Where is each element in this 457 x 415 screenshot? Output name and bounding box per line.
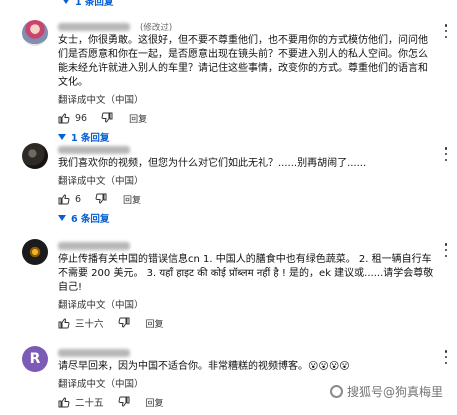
comment-header (58, 346, 436, 360)
like-icon[interactable] (58, 396, 70, 408)
comment-header (58, 143, 436, 157)
avatar[interactable]: R (22, 346, 48, 372)
comment-text: 停止传播有关中国的错误信息cn 1. 中国人的膳食中也有绿色蔬菜。 2. 租一辆… (58, 254, 434, 293)
view-replies-button[interactable]: 1 条回复 (62, 0, 113, 8)
comment-item: 我们喜欢你的视频，但您为什么对它们如此无礼？......别再胡闹了...... … (0, 143, 457, 228)
comment-item: 停止传播有关中国的错误信息cn 1. 中国人的膳食中也有绿色蔬菜。 2. 租一辆… (0, 239, 457, 332)
avatar[interactable] (22, 20, 48, 46)
username-blurred[interactable] (58, 349, 130, 357)
like-count: 二十五 (75, 398, 104, 409)
comment-actions: 6 回复 (58, 190, 436, 208)
dislike-icon[interactable] (118, 317, 130, 329)
like-count: 三十六 (75, 319, 104, 330)
like-icon[interactable] (58, 317, 70, 329)
like-icon[interactable] (58, 193, 70, 205)
reply-button[interactable]: 回复 (146, 396, 164, 409)
comment-body: (修改过) 女士，你很勇敢。这很好，但不要不尊重他们，也不要用你的方式模仿他们，… (58, 20, 436, 147)
username-blurred[interactable] (58, 23, 130, 31)
reply-button[interactable]: 回复 (129, 112, 147, 125)
comment-actions: 三十六 回复 (58, 314, 436, 332)
more-options-icon[interactable] (444, 243, 448, 257)
comment-text: 女士，你很勇敢。这很好，但不要不尊重他们，也不要用你的方式模仿他们，问问他们是否… (58, 35, 428, 88)
like-count: 96 (75, 112, 88, 124)
more-options-icon[interactable] (444, 147, 448, 161)
comment-text: 请尽早回来，因为中国不适合你。非常糟糕的视频博客。😮😮😮😮 (58, 361, 350, 372)
comment-item: R 请尽早回来，因为中国不适合你。非常糟糕的视频博客。😮😮😮😮 翻译成中文（中国… (0, 346, 457, 411)
dislike-icon[interactable] (101, 112, 113, 124)
comment-header (58, 239, 436, 253)
username-blurred[interactable] (58, 146, 130, 154)
like-count: 6 (75, 193, 82, 205)
reply-button[interactable]: 回复 (123, 193, 141, 206)
dislike-icon[interactable] (95, 193, 107, 205)
avatar[interactable] (22, 239, 48, 265)
dislike-icon[interactable] (118, 396, 130, 408)
sohu-logo-icon (330, 385, 343, 398)
view-replies-label: 6 条回复 (71, 214, 110, 225)
reply-button[interactable]: 回复 (146, 317, 164, 330)
edited-label: (修改过) (140, 23, 173, 33)
more-options-icon[interactable] (444, 350, 448, 364)
view-replies-label: 1 条回复 (71, 133, 110, 144)
chevron-down-icon (58, 215, 66, 221)
comment-header: (修改过) (58, 20, 436, 34)
comment-section: 1 条回复 (修改过) 女士，你很勇敢。这很好，但不要不尊重他们，也不要用你的方… (0, 0, 457, 415)
chevron-down-icon (58, 134, 66, 140)
comment-item: (修改过) 女士，你很勇敢。这很好，但不要不尊重他们，也不要用你的方式模仿他们，… (0, 20, 457, 147)
comment-actions: 96 回复 (58, 109, 436, 127)
translate-link[interactable]: 翻译成中文（中国） (58, 92, 436, 109)
avatar[interactable] (22, 143, 48, 169)
watermark: 搜狐号@狗真梅里 (330, 383, 443, 400)
comment-body: 请尽早回来，因为中国不适合你。非常糟糕的视频博客。😮😮😮😮 翻译成中文（中国） … (58, 346, 436, 411)
view-replies-button[interactable]: 6 条回复 (58, 208, 436, 228)
more-options-icon[interactable] (444, 24, 448, 38)
view-replies-label: 1 条回复 (75, 0, 114, 8)
comment-body: 我们喜欢你的视频，但您为什么对它们如此无礼？......别再胡闹了...... … (58, 143, 436, 228)
translate-link[interactable]: 翻译成中文（中国） (58, 297, 436, 314)
comment-text: 我们喜欢你的视频，但您为什么对它们如此无礼？......别再胡闹了...... (58, 158, 367, 169)
username-blurred[interactable] (58, 242, 130, 250)
watermark-text: 搜狐号@狗真梅里 (347, 385, 444, 399)
translate-link[interactable]: 翻译成中文（中国） (58, 173, 436, 190)
comment-body: 停止传播有关中国的错误信息cn 1. 中国人的膳食中也有绿色蔬菜。 2. 租一辆… (58, 239, 436, 332)
chevron-down-icon (63, 0, 69, 4)
like-icon[interactable] (58, 112, 70, 124)
